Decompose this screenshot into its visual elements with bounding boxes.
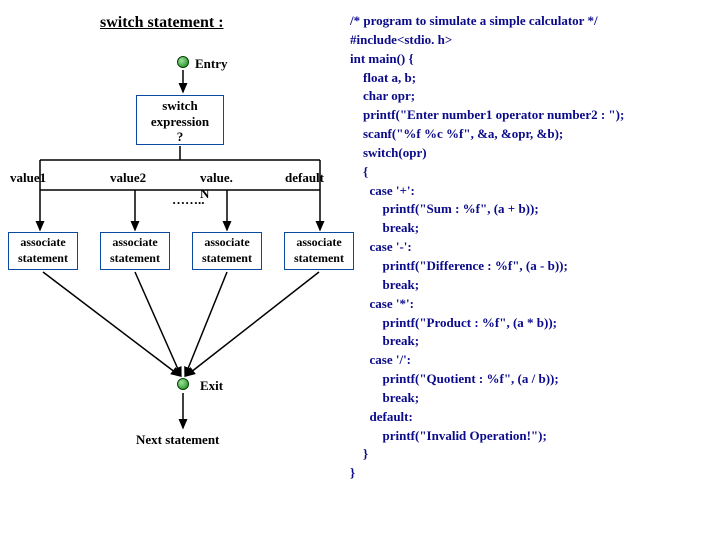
assoc-box-default: associate statement — [284, 232, 354, 270]
assoc2-l2: statement — [101, 251, 169, 267]
assocD-l1: associate — [285, 235, 353, 251]
switch-line3: ? — [137, 129, 223, 145]
assoc-box-1: associate statement — [8, 232, 78, 270]
exit-label: Exit — [200, 378, 223, 394]
assoc-box-2: associate statement — [100, 232, 170, 270]
assocN-l2: statement — [193, 251, 261, 267]
label-value2: value2 — [110, 170, 146, 186]
label-value1: value1 — [10, 170, 46, 186]
ellipsis-label: …….. — [172, 192, 205, 208]
exit-node — [177, 378, 189, 390]
label-valueN: value. N — [200, 170, 233, 202]
label-default: default — [285, 170, 324, 186]
code-block: /* program to simulate a simple calculat… — [350, 12, 624, 483]
switch-expression-box: switch expression ? — [136, 95, 224, 145]
assocD-l2: statement — [285, 251, 353, 267]
assoc2-l1: associate — [101, 235, 169, 251]
entry-node — [177, 56, 189, 68]
assoc-box-N: associate statement — [192, 232, 262, 270]
switch-line2: expression — [137, 114, 223, 130]
assocN-l1: associate — [193, 235, 261, 251]
assoc1-l2: statement — [9, 251, 77, 267]
entry-label: Entry — [195, 56, 228, 72]
heading-switch-statement: switch statement : — [100, 14, 224, 32]
assoc1-l1: associate — [9, 235, 77, 251]
next-statement-label: Next statement — [136, 432, 219, 448]
switch-line1: switch — [137, 98, 223, 114]
